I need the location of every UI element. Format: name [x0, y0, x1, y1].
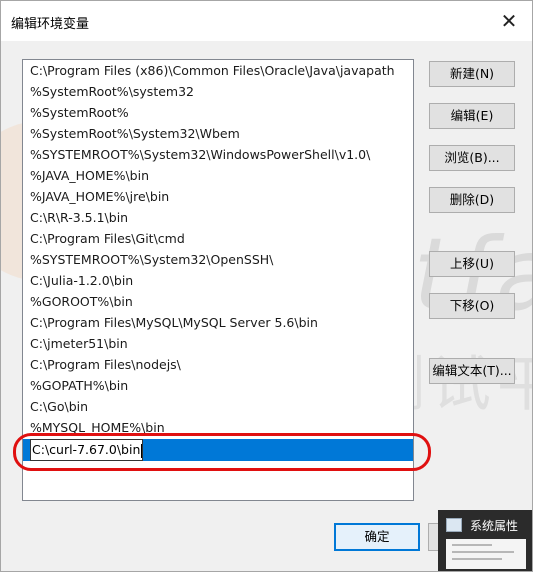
list-item[interactable]: %MYSQL_HOME%\bin [23, 417, 413, 438]
move-up-button[interactable]: 上移(U) [429, 251, 515, 277]
thumbnail-title: 系统属性 [470, 519, 519, 533]
list-item[interactable]: %JAVA_HOME%\jre\bin [23, 186, 413, 207]
list-item[interactable]: %SystemRoot%\system32 [23, 81, 413, 102]
window-title: 编辑环境变量 [11, 17, 90, 32]
list-item[interactable]: C:\Julia-1.2.0\bin [23, 270, 413, 291]
list-item[interactable]: %SYSTEMROOT%\System32\OpenSSH\ [23, 249, 413, 270]
path-edit-value: C:\curl-7.67.0\bin [32, 442, 141, 457]
taskbar-thumbnail[interactable]: 系统属性 [438, 510, 532, 571]
close-icon: ✕ [500, 9, 518, 33]
list-item[interactable]: %JAVA_HOME%\bin [23, 165, 413, 186]
list-item-editing[interactable]: C:\curl-7.67.0\bin [23, 439, 413, 461]
list-item[interactable]: %SYSTEMROOT%\System32\WindowsPowerShell\… [23, 144, 413, 165]
list-item[interactable]: %SystemRoot% [23, 102, 413, 123]
path-edit-input[interactable]: C:\curl-7.67.0\bin [30, 439, 144, 461]
close-button[interactable]: ✕ [486, 1, 532, 41]
list-item[interactable]: C:\Program Files\MySQL\MySQL Server 5.6\… [23, 312, 413, 333]
window-icon [446, 518, 462, 532]
list-item[interactable]: C:\jmeter51\bin [23, 333, 413, 354]
title-bar: 编辑环境变量 ✕ [1, 1, 532, 41]
edit-text-button[interactable]: 编辑文本(T)... [429, 358, 515, 384]
list-item[interactable]: C:\Go\bin [23, 396, 413, 417]
list-item[interactable]: %GOROOT%\bin [23, 291, 413, 312]
path-list[interactable]: C:\Program Files (x86)\Common Files\Orac… [22, 59, 414, 501]
new-button[interactable]: 新建(N) [429, 61, 515, 87]
move-down-button[interactable]: 下移(O) [429, 293, 515, 319]
list-item[interactable]: C:\Program Files\nodejs\ [23, 354, 413, 375]
list-item[interactable]: C:\R\R-3.5.1\bin [23, 207, 413, 228]
ok-button[interactable]: 确定 [334, 523, 420, 551]
delete-button[interactable]: 删除(D) [429, 187, 515, 213]
thumbnail-preview [446, 539, 526, 569]
list-item[interactable]: C:\Program Files (x86)\Common Files\Orac… [23, 60, 413, 81]
browse-button[interactable]: 浏览(B)... [429, 145, 515, 171]
list-item[interactable]: C:\Program Files\Git\cmd [23, 228, 413, 249]
list-item[interactable]: %GOPATH%\bin [23, 375, 413, 396]
text-caret [141, 443, 143, 458]
list-item[interactable]: %SystemRoot%\System32\Wbem [23, 123, 413, 144]
edit-environment-variable-dialog: Testfa 软件测试平 编辑环境变量 ✕ C:\Program Files (… [0, 0, 533, 572]
edit-button[interactable]: 编辑(E) [429, 103, 515, 129]
